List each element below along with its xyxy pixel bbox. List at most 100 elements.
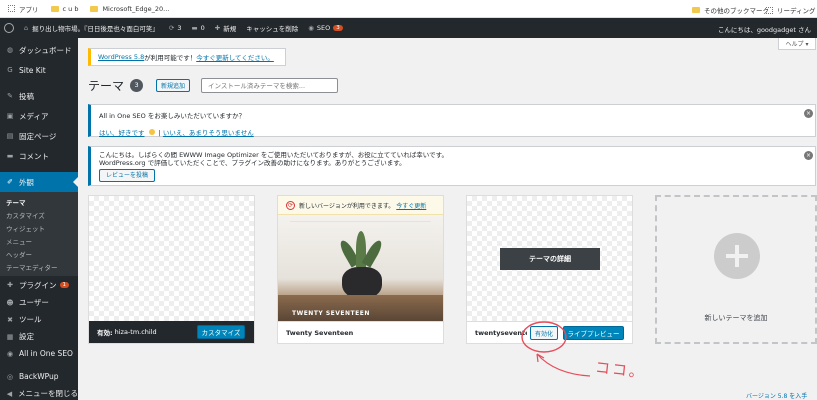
plugins-badge: 1 — [59, 282, 69, 288]
sidebar-item-posts[interactable]: ✎ 投稿 — [0, 86, 78, 106]
sidebar-item-appearance[interactable]: ✐ 外観 — [0, 172, 78, 192]
new-content-link[interactable]: ✚ 新規 — [215, 23, 236, 33]
submenu-customize[interactable]: カスタマイズ — [0, 208, 78, 221]
page-header: テーマ 3 — [88, 76, 144, 94]
brush-icon: ✐ — [7, 178, 13, 186]
ewww-notice-line1: こんにちは。しばらくの間 EWWW Image Optimizer をご使用いた… — [99, 151, 448, 159]
sidebar-item-site-kit[interactable]: G Site Kit — [0, 60, 78, 80]
search-themes-input[interactable] — [201, 78, 338, 93]
settings-icon: ▦ — [6, 332, 14, 341]
add-new-theme-button[interactable]: 新規追加 — [156, 79, 190, 92]
theme-update-now-link[interactable]: 今すぐ更新 — [396, 201, 426, 210]
submenu-header[interactable]: ヘッダー — [0, 247, 78, 260]
aioseo-icon: ◉ — [6, 349, 14, 358]
folder-icon — [692, 7, 700, 13]
bookmark-cub[interactable]: c u b — [50, 5, 78, 13]
sidebar-item-dashboard[interactable]: ◍ ダッシュボード — [0, 40, 78, 60]
bookmarks-bar: アプリ c u b Microsoft_Edge_20... その他のブックマー… — [0, 0, 817, 18]
submenu-themes[interactable]: テーマ — [0, 195, 78, 208]
customize-button[interactable]: カスタマイズ — [197, 325, 245, 339]
wrench-icon: ✖ — [7, 315, 13, 324]
bookmark-reading-list[interactable]: リーディング リ — [766, 5, 817, 15]
dashboard-icon: ◍ — [6, 46, 14, 54]
annotation-arrow — [536, 353, 591, 377]
aioseo-no-link[interactable]: いいえ、あまりそう思いません — [163, 129, 254, 137]
sidebar-item-plugins[interactable]: ✚ プラグイン 1 — [0, 276, 78, 294]
page-icon: ▤ — [6, 132, 14, 140]
admin-sidebar: ◍ ダッシュボード G Site Kit ✎ 投稿 ▣ メディア ▤ 固定ページ ▬ コメン… — [0, 38, 78, 400]
apps-icon — [8, 5, 15, 12]
sidebar-item-tools[interactable]: ✖ ツール — [0, 311, 78, 328]
sidebar-item-media[interactable]: ▣ メディア — [0, 106, 78, 126]
ewww-notice-line2: WordPress.org で評価していただくことで、プラグイン改善の助けになり… — [99, 159, 406, 167]
aioseo-notice: All in One SEO をお楽しみいただいていますか？ はい、好きです |… — [88, 104, 816, 137]
screenshot-label: TWENTY SEVENTEEN — [292, 310, 370, 317]
add-new-theme-label: 新しいテーマを追加 — [704, 314, 768, 322]
collapse-menu-button[interactable]: ◀ メニューを閉じる — [0, 385, 78, 400]
footer-version-link[interactable]: バージョン 5.8 を入手 — [746, 391, 807, 400]
submenu-widgets[interactable]: ウィジェット — [0, 221, 78, 234]
seo-menu[interactable]: ◉ SEO 3 — [308, 24, 343, 32]
comment-icon: ▬ — [6, 152, 14, 160]
comments-link[interactable]: ▬ 0 — [191, 24, 204, 32]
submenu-menus[interactable]: メニュー — [0, 234, 78, 247]
bookmark-edge[interactable]: Microsoft_Edge_20... — [90, 5, 169, 13]
site-name-link[interactable]: ⌂ 掘り出し物市場。『日日後是也々面白可笑』 — [24, 23, 159, 33]
admin-bar: ⌂ 掘り出し物市場。『日日後是也々面白可笑』 ⟳ 3 ▬ 0 ✚ 新規 キャッシュを削除… — [0, 18, 817, 38]
post-review-button[interactable]: レビューを投稿 — [99, 169, 155, 182]
add-new-theme-card[interactable]: 新しいテーマを追加 — [655, 195, 817, 344]
wordpress-icon — [4, 23, 14, 33]
theme-card-twenty-seventeen[interactable]: ⟳ 新しいバージョンが利用できます。 今すぐ更新 TWENTY SEVENTEEN … — [277, 195, 444, 344]
theme-name: Twenty Seventeen — [278, 321, 443, 343]
dismiss-icon[interactable]: × — [804, 151, 813, 160]
theme-count-badge: 3 — [130, 78, 144, 92]
account-greeting[interactable]: こんにちは、goodgadget さん — [718, 24, 811, 34]
comment-icon: ▬ — [191, 24, 198, 32]
appearance-submenu: テーマ カスタマイズ ウィジェット メニュー ヘッダー テーマエディター — [0, 192, 78, 276]
refresh-icon: ⟳ — [168, 24, 175, 32]
active-arrow — [73, 177, 78, 187]
theme-screenshot: TWENTY SEVENTEEN — [278, 215, 443, 321]
active-theme-bar: 有効: hiza-tm.child カスタマイズ — [89, 321, 254, 343]
wp-version-link[interactable]: WordPress 5.8 — [98, 53, 144, 61]
help-tab[interactable]: ヘルプ ▾ — [778, 38, 816, 50]
sidebar-item-users[interactable]: ☻ ユーザー — [0, 294, 78, 311]
sidebar-item-backwpup[interactable]: ◎ BackWPup — [0, 368, 78, 385]
sidebar-item-pages[interactable]: ▤ 固定ページ — [0, 126, 78, 146]
theme-details-button[interactable]: テーマの詳細 — [500, 248, 600, 270]
site-kit-icon: G — [7, 66, 13, 74]
aioseo-yes-link[interactable]: はい、好きです — [99, 129, 145, 137]
collapse-icon: ◀ — [6, 389, 13, 398]
bookmark-other[interactable]: その他のブックマーク — [692, 5, 769, 15]
pin-icon: ✎ — [7, 92, 13, 100]
user-icon: ☻ — [6, 298, 14, 307]
theme-update-notice: ⟳ 新しいバージョンが利用できます。 今すぐ更新 — [278, 196, 443, 215]
sidebar-item-comments[interactable]: ▬ コメント — [0, 146, 78, 166]
submenu-theme-editor[interactable]: テーマエディター — [0, 260, 78, 273]
theme-card-active[interactable]: 有効: hiza-tm.child カスタマイズ — [88, 195, 255, 344]
smile-icon — [148, 129, 155, 135]
window-line — [290, 221, 431, 222]
theme-screenshot — [89, 196, 254, 321]
update-icon: ⟳ — [286, 200, 295, 210]
reading-list-icon — [766, 6, 773, 14]
page-title: テーマ — [88, 78, 125, 93]
wp-logo-menu[interactable] — [4, 23, 14, 33]
seo-icon: ◉ — [308, 24, 314, 32]
annotation-circle — [521, 321, 567, 353]
dismiss-icon[interactable]: × — [804, 109, 813, 118]
folder-icon — [50, 5, 59, 12]
clear-cache-link[interactable]: キャッシュを削除 — [246, 23, 298, 33]
update-now-link[interactable]: 今すぐ更新してください。 — [196, 52, 274, 62]
seo-badge: 3 — [333, 25, 343, 31]
plus-icon: ✚ — [214, 24, 221, 32]
sidebar-item-settings[interactable]: ▦ 設定 — [0, 328, 78, 345]
bookmark-apps[interactable]: アプリ — [8, 4, 39, 14]
backup-icon: ◎ — [6, 372, 14, 381]
home-icon: ⌂ — [24, 24, 29, 32]
active-theme-name: hiza-tm.child — [114, 328, 157, 336]
plugin-icon: ✚ — [7, 281, 13, 289]
sidebar-item-aioseo[interactable]: ◉ All in One SEO — [0, 345, 78, 362]
ewww-notice: こんにちは。しばらくの間 EWWW Image Optimizer をご使用いた… — [88, 146, 816, 186]
updates-link[interactable]: ⟳ 3 — [169, 24, 182, 32]
